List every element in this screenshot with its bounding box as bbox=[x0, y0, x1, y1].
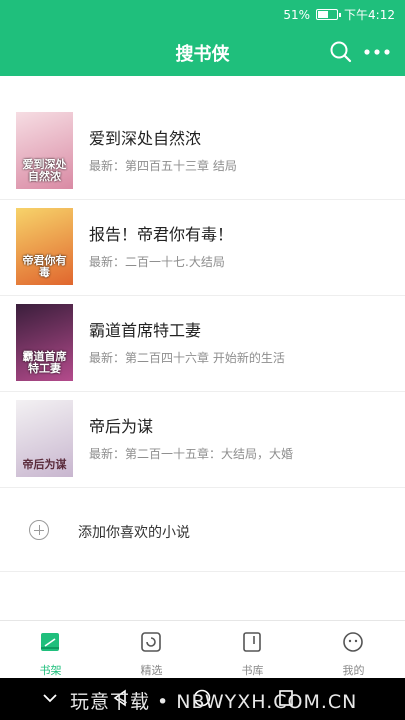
book-title: 霸道首席特工妻 bbox=[89, 321, 202, 340]
system-nav-bar: 玩意下载 • NBWYXH.COM.CN bbox=[0, 678, 405, 720]
tab-bookshelf[interactable]: 书架 bbox=[0, 621, 101, 679]
book-title: 报告！帝君你有毒！ bbox=[89, 225, 234, 244]
book-title: 爱到深处自然浓 bbox=[89, 129, 202, 148]
book-item[interactable]: 帝后为谋 帝后为谋 最新：第二百一十五章：大结局，大婚 bbox=[0, 392, 405, 488]
book-latest-chapter: 最新：第二百一十五章：大结局，大婚 bbox=[89, 447, 294, 461]
search-icon bbox=[330, 41, 352, 63]
bottom-tab-bar: 书架 精选 书库 我的 bbox=[0, 620, 405, 678]
app-bar: 搜书侠 bbox=[0, 28, 405, 76]
book-cover: 帝君你有毒 bbox=[16, 208, 73, 285]
book-cover: 帝后为谋 bbox=[16, 400, 73, 477]
book-latest-chapter: 最新：第二百四十六章 开始新的生活 bbox=[89, 351, 285, 365]
more-button[interactable] bbox=[362, 39, 392, 65]
book-cover: 爱到深处自然浓 bbox=[16, 112, 73, 189]
book-item[interactable]: 爱到深处自然浓 爱到深处自然浓 最新：第四百五十三章 结局 bbox=[0, 104, 405, 200]
plus-circle-icon bbox=[29, 520, 49, 540]
book-title: 帝后为谋 bbox=[89, 417, 154, 436]
more-icon bbox=[364, 49, 390, 55]
status-bar: 51% 下午4:12 bbox=[0, 0, 405, 28]
book-latest-chapter: 最新：二百一十七.大结局 bbox=[89, 255, 225, 269]
book-latest-chapter: 最新：第四百五十三章 结局 bbox=[89, 159, 237, 173]
book-item[interactable]: 帝君你有毒 报告！帝君你有毒！ 最新：二百一十七.大结局 bbox=[0, 200, 405, 296]
bookshelf-list: 爱到深处自然浓 爱到深处自然浓 最新：第四百五十三章 结局 帝君你有毒 报告！帝… bbox=[0, 104, 405, 488]
tab-profile[interactable]: 我的 bbox=[303, 621, 404, 679]
hide-nav-icon[interactable] bbox=[40, 688, 60, 708]
featured-icon bbox=[141, 632, 161, 652]
add-novel-button[interactable]: 添加你喜欢的小说 bbox=[0, 490, 405, 572]
bookshelf-icon bbox=[41, 633, 59, 651]
tab-featured[interactable]: 精选 bbox=[101, 621, 202, 679]
watermark-text: 玩意下载 • NBWYXH.COM.CN bbox=[70, 691, 358, 713]
tab-library[interactable]: 书库 bbox=[202, 621, 303, 679]
battery-icon bbox=[316, 9, 342, 20]
battery-percent: 51% bbox=[283, 7, 311, 22]
book-cover: 霸道首席特工妻 bbox=[16, 304, 73, 381]
search-button[interactable] bbox=[328, 39, 354, 65]
library-icon bbox=[243, 632, 261, 652]
profile-icon bbox=[343, 632, 363, 652]
add-novel-label: 添加你喜欢的小说 bbox=[78, 525, 190, 541]
clock: 下午4:12 bbox=[344, 8, 395, 22]
book-item[interactable]: 霸道首席特工妻 霸道首席特工妻 最新：第二百四十六章 开始新的生活 bbox=[0, 296, 405, 392]
